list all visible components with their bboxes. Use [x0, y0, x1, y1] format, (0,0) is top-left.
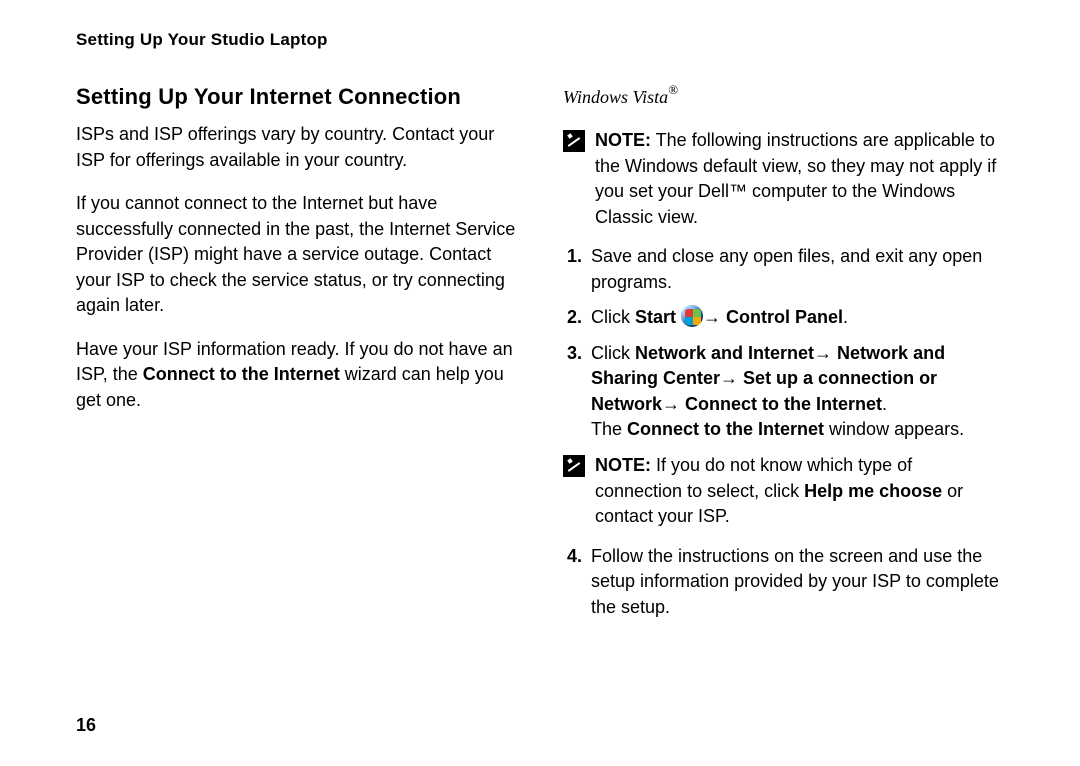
- paragraph: Have your ISP information ready. If you …: [76, 337, 517, 414]
- note-text: NOTE: The following instructions are app…: [595, 128, 1004, 230]
- arrow-icon: →: [814, 343, 837, 363]
- step-item: 2. Click Start → Control Panel.: [563, 305, 1004, 331]
- text-run: .: [882, 394, 887, 414]
- paragraph: ISPs and ISP offerings vary by country. …: [76, 122, 517, 173]
- step-number: 2.: [567, 305, 585, 331]
- step-number: 3.: [567, 341, 585, 443]
- running-head: Setting Up Your Studio Laptop: [76, 30, 1004, 50]
- bold-text: Help me choose: [804, 481, 942, 501]
- text-run: window appears.: [824, 419, 964, 439]
- text-run: .: [843, 307, 848, 327]
- note-text: NOTE: If you do not know which type of c…: [595, 453, 1004, 530]
- step-item: 3. Click Network and Internet→ Network a…: [563, 341, 1004, 443]
- bold-text: Connect to the Internet: [627, 419, 824, 439]
- os-name: Windows Vista: [563, 87, 668, 107]
- paragraph: If you cannot connect to the Internet bu…: [76, 191, 517, 319]
- step-item: 1. Save and close any open files, and ex…: [563, 244, 1004, 295]
- step-number: 1.: [567, 244, 585, 295]
- two-column-layout: Setting Up Your Internet Connection ISPs…: [76, 84, 1004, 630]
- note-label: NOTE:: [595, 455, 651, 475]
- note-icon: [563, 455, 585, 477]
- registered-mark: ®: [668, 82, 678, 97]
- step-body: Click Start → Control Panel.: [591, 305, 1004, 331]
- step-number: 4.: [567, 544, 585, 621]
- section-title: Setting Up Your Internet Connection: [76, 84, 517, 110]
- text-run: The: [591, 419, 627, 439]
- os-heading: Windows Vista®: [563, 84, 1004, 108]
- page-number: 16: [76, 715, 96, 736]
- text-run: The following instructions are applicabl…: [595, 130, 996, 227]
- step-body: Click Network and Internet→ Network and …: [591, 341, 1004, 443]
- right-column: Windows Vista® NOTE: The following instr…: [563, 84, 1004, 630]
- manual-page: Setting Up Your Studio Laptop Setting Up…: [0, 0, 1080, 766]
- bold-text: Network and Internet: [635, 343, 814, 363]
- text-run: Click: [591, 307, 635, 327]
- text-run: Click: [591, 343, 635, 363]
- step-body: Save and close any open files, and exit …: [591, 244, 1004, 295]
- note-block: NOTE: The following instructions are app…: [563, 128, 1004, 230]
- bold-text: Start: [635, 307, 681, 327]
- windows-start-orb-icon: [681, 305, 703, 327]
- bold-text: Connect to the Internet: [143, 364, 340, 384]
- arrow-icon: →: [662, 394, 685, 414]
- left-column: Setting Up Your Internet Connection ISPs…: [76, 84, 517, 630]
- arrow-icon: →: [703, 307, 726, 327]
- step-item: 4. Follow the instructions on the screen…: [563, 544, 1004, 621]
- note-label: NOTE:: [595, 130, 651, 150]
- bold-text: Control Panel: [726, 307, 843, 327]
- note-block: NOTE: If you do not know which type of c…: [563, 453, 1004, 530]
- bold-text: Connect to the Internet: [685, 394, 882, 414]
- note-icon: [563, 130, 585, 152]
- arrow-icon: →: [720, 368, 743, 388]
- step-body: Follow the instructions on the screen an…: [591, 544, 1004, 621]
